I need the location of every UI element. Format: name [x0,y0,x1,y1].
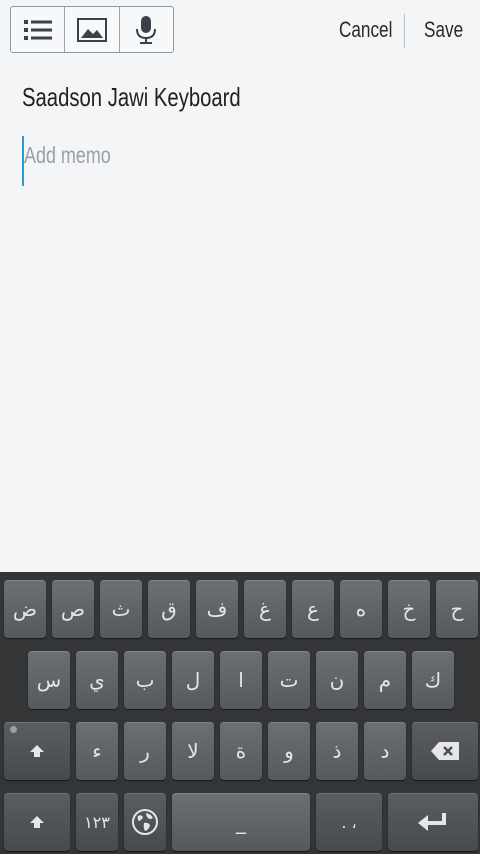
backspace-icon [431,742,459,760]
key[interactable]: ذ [316,722,358,780]
key-label: م [378,668,392,692]
key[interactable]: م [364,651,406,709]
insert-tool-group [10,6,174,53]
key[interactable]: خ [388,580,430,638]
key[interactable]: ة [220,722,262,780]
key-label: ص [60,597,86,621]
key-label: و [284,739,294,763]
image-icon [76,17,107,42]
list-icon [23,19,52,40]
key[interactable]: لا [172,722,214,780]
key[interactable]: ض [4,580,46,638]
key[interactable]: غ [244,580,286,638]
cancel-button[interactable]: Cancel [339,14,392,46]
key-label: ع [307,597,319,621]
key-label: ن [329,668,345,692]
key[interactable]: ص [52,580,94,638]
key-label: ء [92,739,102,763]
key-label: ك [424,668,442,692]
backspace-key[interactable] [412,722,478,780]
key-label: د [380,739,390,763]
key-label: ه [355,597,367,621]
key[interactable]: ل [172,651,214,709]
microphone-icon [136,15,157,44]
key[interactable]: ا [220,651,262,709]
shift-icon [30,816,44,828]
key-label: لا [187,739,199,763]
globe-icon [132,809,158,835]
key[interactable]: س [28,651,70,709]
numbers-key[interactable]: ١٢٣ [76,793,118,851]
key-label: س [36,668,62,692]
key-label: ١٢٣ [84,812,110,832]
image-button[interactable] [65,7,120,52]
key[interactable]: ت [268,651,310,709]
key[interactable]: ب [124,651,166,709]
enter-key[interactable] [388,793,478,851]
key-label: ف [206,597,228,621]
key[interactable]: ه [340,580,382,638]
toolbar: Cancel Save [0,0,480,62]
memo-input[interactable]: Add memo [24,142,111,169]
key-label: ة [235,739,247,763]
key[interactable]: ح [436,580,478,638]
key-label: ل [185,668,201,692]
key[interactable]: ي [76,651,118,709]
key[interactable]: د [364,722,406,780]
key-label: ث [111,597,131,621]
enter-icon [418,813,446,831]
shift-key-alt[interactable] [4,793,70,851]
list-button[interactable] [11,7,66,52]
key[interactable]: ق [148,580,190,638]
key-label: ب [135,668,155,692]
key-label: ح [450,597,464,621]
save-button[interactable]: Save [424,14,463,46]
voice-button[interactable] [120,7,173,52]
key[interactable]: ء [76,722,118,780]
key-label: ض [12,597,38,621]
key[interactable]: ك [412,651,454,709]
punctuation-key[interactable]: . ، [316,793,382,851]
space-key[interactable]: _ [172,793,310,851]
language-key[interactable] [124,793,166,851]
key-label: ذ [332,739,342,763]
key-label: _ [236,810,246,834]
key-label: خ [402,597,416,621]
key-label: ر [140,739,150,763]
key-label: ق [161,597,177,621]
keyboard-indicator-dot [10,726,17,733]
note-title[interactable]: Saadson Jawi Keyboard [22,82,241,113]
keyboard: ض ص ث ق ف غ ع ه خ ح س ي ب ل ا ت ن م ك ء … [0,572,480,854]
key[interactable]: و [268,722,310,780]
action-divider [404,14,405,48]
key-label: ت [279,668,299,692]
key[interactable]: ر [124,722,166,780]
key[interactable]: ن [316,651,358,709]
key-label: ي [89,668,105,692]
key-label: . ، [341,812,357,832]
key[interactable]: ف [196,580,238,638]
key[interactable]: ث [100,580,142,638]
key[interactable]: ع [292,580,334,638]
key-label: ا [238,668,244,692]
shift-icon [30,745,44,757]
key-label: غ [259,597,271,621]
